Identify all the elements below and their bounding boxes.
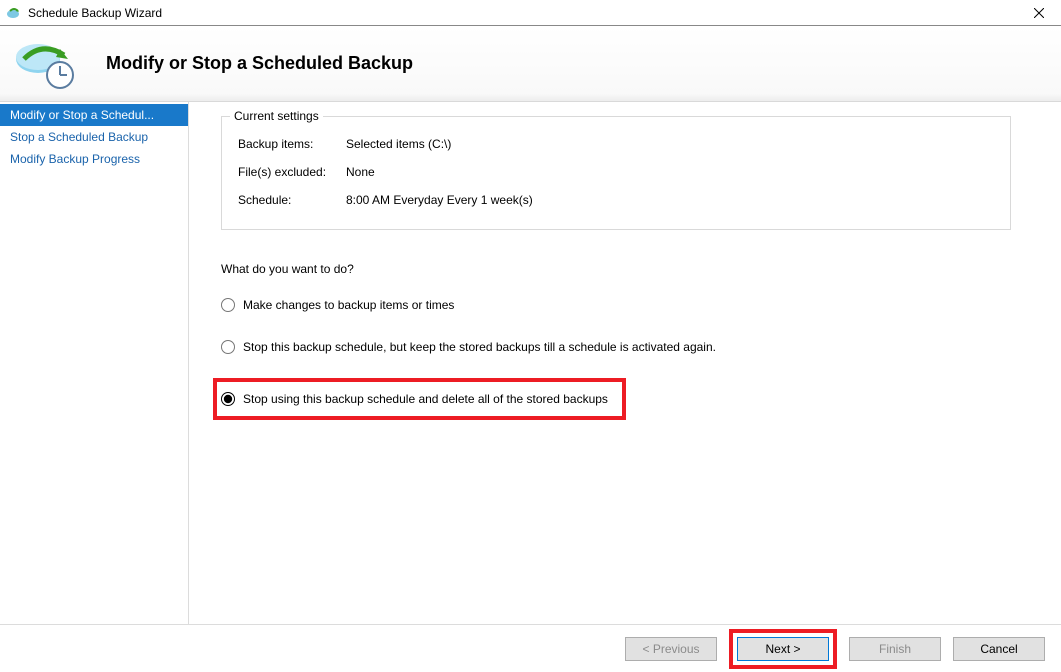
header: Modify or Stop a Scheduled Backup <box>0 26 1061 102</box>
current-settings-box: Current settings Backup items: Selected … <box>221 116 1011 230</box>
button-label: Cancel <box>980 642 1017 656</box>
sidebar-item-label: Modify Backup Progress <box>10 152 140 166</box>
backup-wizard-icon <box>14 37 78 91</box>
sidebar-item-label: Modify or Stop a Schedul... <box>10 108 154 122</box>
radio-label: Stop using this backup schedule and dele… <box>243 392 608 406</box>
wizard-footer: < Previous Next > Finish Cancel <box>0 624 1061 672</box>
sidebar-item-modify-stop[interactable]: Modify or Stop a Schedul... <box>0 104 188 126</box>
settings-label: Schedule: <box>238 193 346 207</box>
next-button[interactable]: Next > <box>737 637 829 661</box>
radio-option-stop-delete[interactable]: Stop using this backup schedule and dele… <box>221 392 608 406</box>
radio-label: Stop this backup schedule, but keep the … <box>243 340 716 354</box>
titlebar: Schedule Backup Wizard <box>0 0 1061 26</box>
button-label: Finish <box>879 642 911 656</box>
radio-option-make-changes[interactable]: Make changes to backup items or times <box>221 298 1041 312</box>
previous-button: < Previous <box>625 637 717 661</box>
radio-label: Make changes to backup items or times <box>243 298 454 312</box>
radio-option-stop-keep[interactable]: Stop this backup schedule, but keep the … <box>221 340 1041 354</box>
highlight-annotation: Stop using this backup schedule and dele… <box>213 378 626 420</box>
settings-row: Backup items: Selected items (C:\) <box>238 137 994 151</box>
settings-value: Selected items (C:\) <box>346 137 451 151</box>
button-label: Next > <box>765 642 800 656</box>
sidebar-item-stop-scheduled[interactable]: Stop a Scheduled Backup <box>0 126 188 148</box>
settings-row: File(s) excluded: None <box>238 165 994 179</box>
sidebar-item-modify-progress[interactable]: Modify Backup Progress <box>0 148 188 170</box>
radio-input[interactable] <box>221 340 235 354</box>
radio-input[interactable] <box>221 392 235 406</box>
settings-row: Schedule: 8:00 AM Everyday Every 1 week(… <box>238 193 994 207</box>
finish-button: Finish <box>849 637 941 661</box>
window-title: Schedule Backup Wizard <box>28 6 1023 20</box>
button-label: < Previous <box>642 642 699 656</box>
cancel-button[interactable]: Cancel <box>953 637 1045 661</box>
sidebar-item-label: Stop a Scheduled Backup <box>10 130 148 144</box>
settings-value: 8:00 AM Everyday Every 1 week(s) <box>346 193 533 207</box>
close-icon[interactable] <box>1023 3 1055 23</box>
settings-label: File(s) excluded: <box>238 165 346 179</box>
radio-input[interactable] <box>221 298 235 312</box>
wizard-steps-sidebar: Modify or Stop a Schedul... Stop a Sched… <box>0 102 188 624</box>
wizard-content: Current settings Backup items: Selected … <box>188 102 1061 624</box>
app-icon <box>6 5 22 21</box>
settings-value: None <box>346 165 375 179</box>
settings-label: Backup items: <box>238 137 346 151</box>
fieldset-legend: Current settings <box>230 109 323 123</box>
highlight-annotation: Next > <box>729 629 837 669</box>
question-label: What do you want to do? <box>221 262 1041 276</box>
page-title: Modify or Stop a Scheduled Backup <box>106 53 413 74</box>
